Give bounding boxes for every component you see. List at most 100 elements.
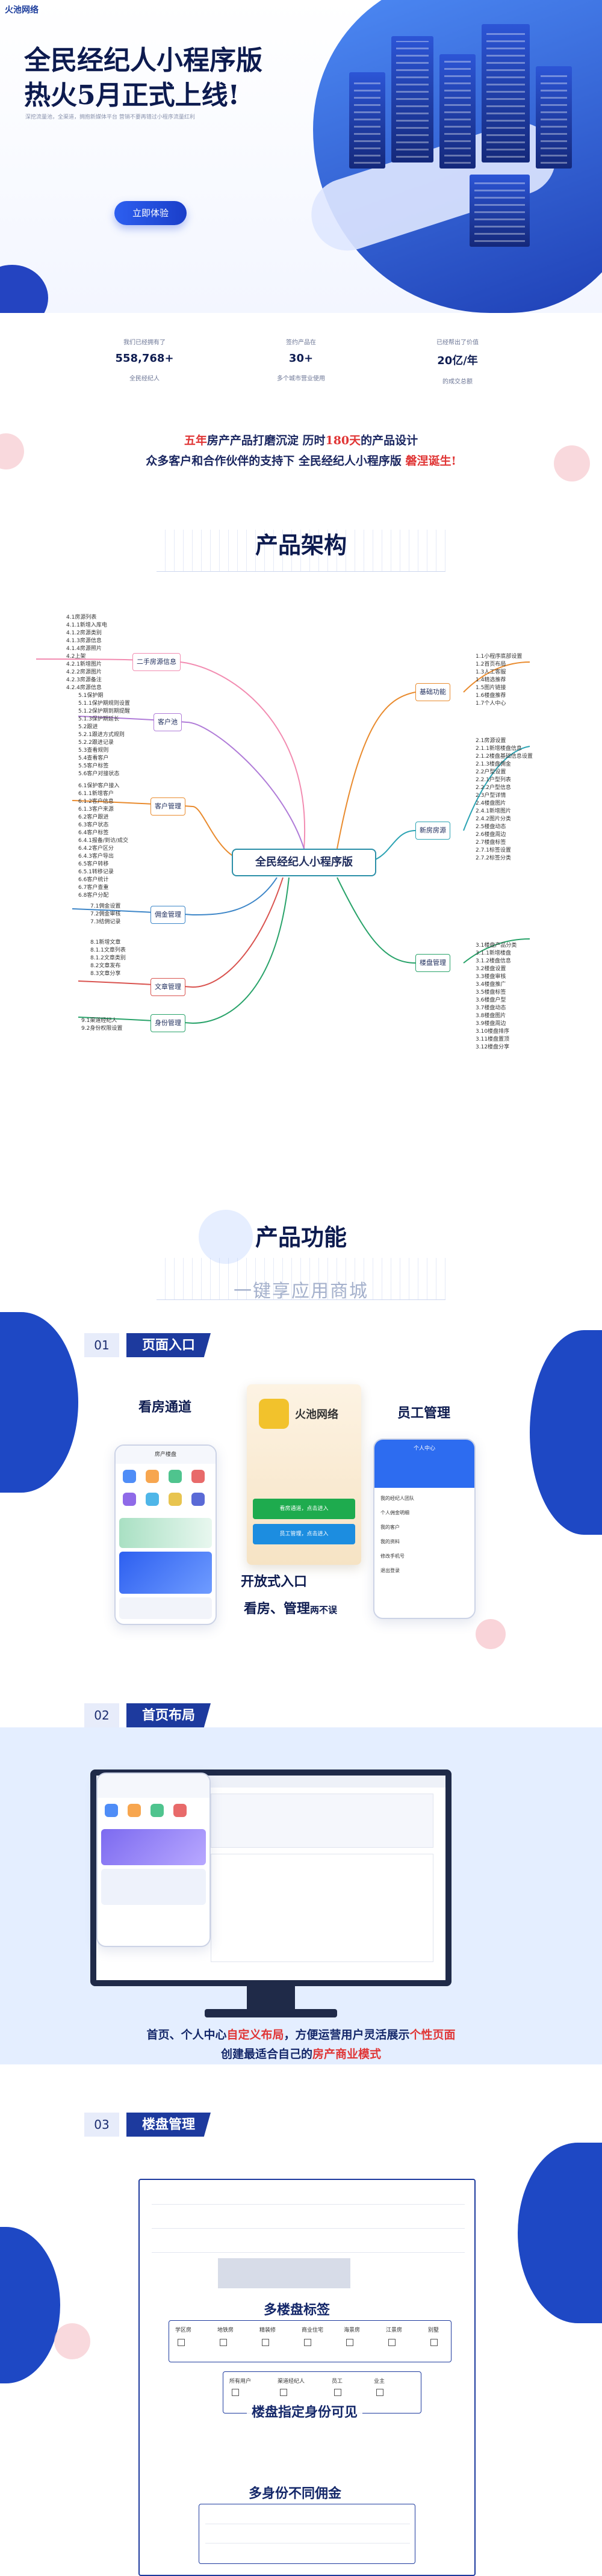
leaf-item: 6.1.3客户来源 [78, 807, 114, 813]
branch-building-mgmt: 楼盘管理 [415, 954, 450, 972]
leaf-item: 9.2身份权限设置 [81, 1026, 123, 1032]
identity-checkbox[interactable] [280, 2389, 287, 2396]
news-icon[interactable] [191, 1470, 205, 1483]
building-illustration [470, 175, 530, 247]
try-now-button[interactable]: 立即体验 [114, 201, 187, 225]
hero-section: 火池网络 全民经纪人小程序版 热火5月正式上线! 深挖流量池，全渠道，拥抱新媒体… [0, 0, 602, 313]
leaf-item: 6.4.2客户区分 [78, 846, 114, 852]
stat-label: 我们已经拥有了 [123, 339, 166, 346]
calculator-icon[interactable] [123, 1493, 136, 1506]
leaf-item: 5.5客户标签 [78, 763, 109, 769]
contact-icon[interactable] [146, 1493, 159, 1506]
layout-caption: 首页、个人中心自定义布局，方便运营用户灵活展示个性页面 创建最适合自己的房产商业… [0, 2025, 602, 2064]
menu-item[interactable]: 我的资料 [380, 1535, 468, 1549]
branch-commission-mgmt: 佣金管理 [150, 906, 185, 924]
multi-commission-label: 多身份不同佣金 [244, 2483, 347, 2502]
leaf-item: 5.1.2保护期到期提醒 [78, 708, 130, 714]
leaf-item: 6.5.1转移记录 [78, 869, 114, 875]
leaf-item: 8.1新增文章 [90, 940, 121, 946]
caption-main: 看房、管理 [244, 1601, 311, 1617]
section-title-entry: 页面入口 [126, 1333, 211, 1357]
map-icon [150, 1804, 164, 1817]
star-icon[interactable] [169, 1493, 182, 1506]
brand-logo[interactable]: 火池网络 [5, 4, 39, 16]
menu-item[interactable]: 我的客户 [380, 1520, 468, 1535]
leaf-item: 2.4.2图片分类 [476, 816, 511, 822]
caption-text: 创建最适合自己的 [220, 2048, 312, 2061]
stat-note: 多个城市营业使用 [277, 376, 325, 382]
leaf-item: 2.2户型设置 [476, 769, 506, 775]
leaf-item: 4.2.2房源图片 [66, 669, 102, 675]
tag-checkbox[interactable] [346, 2339, 353, 2346]
leaf-item: 5.1保护期 [78, 693, 104, 699]
monitor-base [205, 2009, 337, 2017]
preview-list [101, 1869, 206, 1905]
preview-header [98, 1774, 209, 1798]
tag-checkbox[interactable] [262, 2339, 269, 2346]
building-photo[interactable] [218, 2258, 350, 2288]
identity-checkbox[interactable] [376, 2389, 383, 2396]
leaf-item: 3.3楼盘审核 [476, 974, 506, 980]
tag-checkbox[interactable] [388, 2339, 396, 2346]
stat-value: 20亿/年 [437, 355, 478, 367]
tag-checkbox[interactable] [220, 2339, 227, 2346]
leaf-item: 1.7个人中心 [476, 701, 506, 707]
promo-image[interactable] [119, 1552, 212, 1594]
decor-circle [554, 445, 590, 481]
leaf-item: 6.7客户查重 [78, 885, 109, 891]
tag-option-label: 海景房 [344, 2327, 361, 2333]
house-channel-label: 看房通道 [138, 1399, 192, 1415]
leaf-item: 1.4精选推荐 [476, 677, 506, 683]
leaf-item: 1.2首页布局 [476, 661, 506, 667]
house-entry-button[interactable]: 看房通道，点击进入 [253, 1499, 355, 1519]
identity-checkbox[interactable] [232, 2389, 239, 2396]
building-illustration [536, 66, 572, 169]
leaf-item: 3.7楼盘动态 [476, 1005, 506, 1011]
menu-item[interactable]: 退出登录 [380, 1564, 468, 1578]
listing-card[interactable] [119, 1597, 212, 1619]
tag-checkbox[interactable] [430, 2339, 438, 2346]
map-icon[interactable] [169, 1470, 182, 1483]
leaf-list-client: 5.1保护期 5.1.1保护期规则设置 5.1.2保护期到期提醒 5.1.3保护… [78, 692, 130, 778]
commission-table [199, 2504, 415, 2564]
home-icon[interactable] [123, 1470, 136, 1483]
leaf-item: 5.4查看客户 [78, 755, 109, 761]
more-icon[interactable] [191, 1493, 205, 1506]
tag-checkbox[interactable] [178, 2339, 185, 2346]
leaf-item: 3.1.1新增楼盘 [476, 950, 511, 956]
leaf-list-second-hand: 4.1房源列表 4.1.1新增入库电 4.1.2房源类别 4.1.3房源信息 4… [66, 614, 107, 692]
stat-item: 已经帮出了价值 20亿/年 的成交总额 [385, 337, 530, 385]
intro-text: 五年房产产品打磨沉淀 历时180天的产品设计 众多客户和合作伙伴的支持下 全民经… [0, 430, 602, 471]
leaf-item: 3.4楼盘推广 [476, 982, 506, 988]
leaf-item: 6.3客户状态 [78, 822, 109, 828]
menu-item[interactable]: 我的经纪人团队 [380, 1491, 468, 1506]
home-icon [105, 1804, 118, 1817]
building-icon[interactable] [146, 1470, 159, 1483]
stat-item: 我们已经拥有了 558,768+ 全民经纪人 [72, 337, 217, 382]
intro-highlight: 180天 [325, 434, 361, 447]
staff-entry-button[interactable]: 员工管理，点击进入 [253, 1524, 355, 1544]
menu-item[interactable]: 个人佣金明细 [380, 1506, 468, 1520]
leaf-item: 4.1.1新增入库电 [66, 622, 107, 628]
entry-card: 火池网络 看房通道，点击进入 员工管理，点击进入 [247, 1384, 361, 1565]
leaf-item: 6.4.3客户导出 [78, 853, 114, 859]
leaf-item: 4.2.4房源信息 [66, 685, 102, 691]
leaf-item: 5.2.2跟进记录 [78, 740, 114, 746]
staff-mgmt-label: 员工管理 [397, 1405, 451, 1421]
tag-checkbox[interactable] [304, 2339, 311, 2346]
leaf-item: 5.2.1跟进方式规则 [78, 732, 125, 738]
menu-item[interactable]: 修改手机号 [380, 1549, 468, 1564]
identity-checkbox[interactable] [334, 2389, 341, 2396]
identity-option-label: 员工 [332, 2379, 343, 2385]
leaf-item: 1.6楼盘推荐 [476, 693, 506, 699]
branch-identity-mgmt: 身份管理 [150, 1014, 185, 1032]
leaf-list-listing: 2.1房源设置 2.1.1新增楼盘信息 2.1.2楼盘基础信息设置 2.1.3楼… [476, 737, 533, 862]
intro-highlight: 五年 [184, 434, 207, 447]
leaf-item: 4.1.4房源照片 [66, 646, 102, 652]
tag-option-label: 学区房 [175, 2327, 192, 2333]
leaf-item: 5.1.1保护期规则设置 [78, 701, 130, 707]
tag-option-label: 别墅 [428, 2327, 439, 2333]
decor-circle [54, 2323, 90, 2359]
banner-image[interactable] [119, 1518, 212, 1548]
leaf-item: 2.7.1标签设置 [476, 847, 511, 853]
